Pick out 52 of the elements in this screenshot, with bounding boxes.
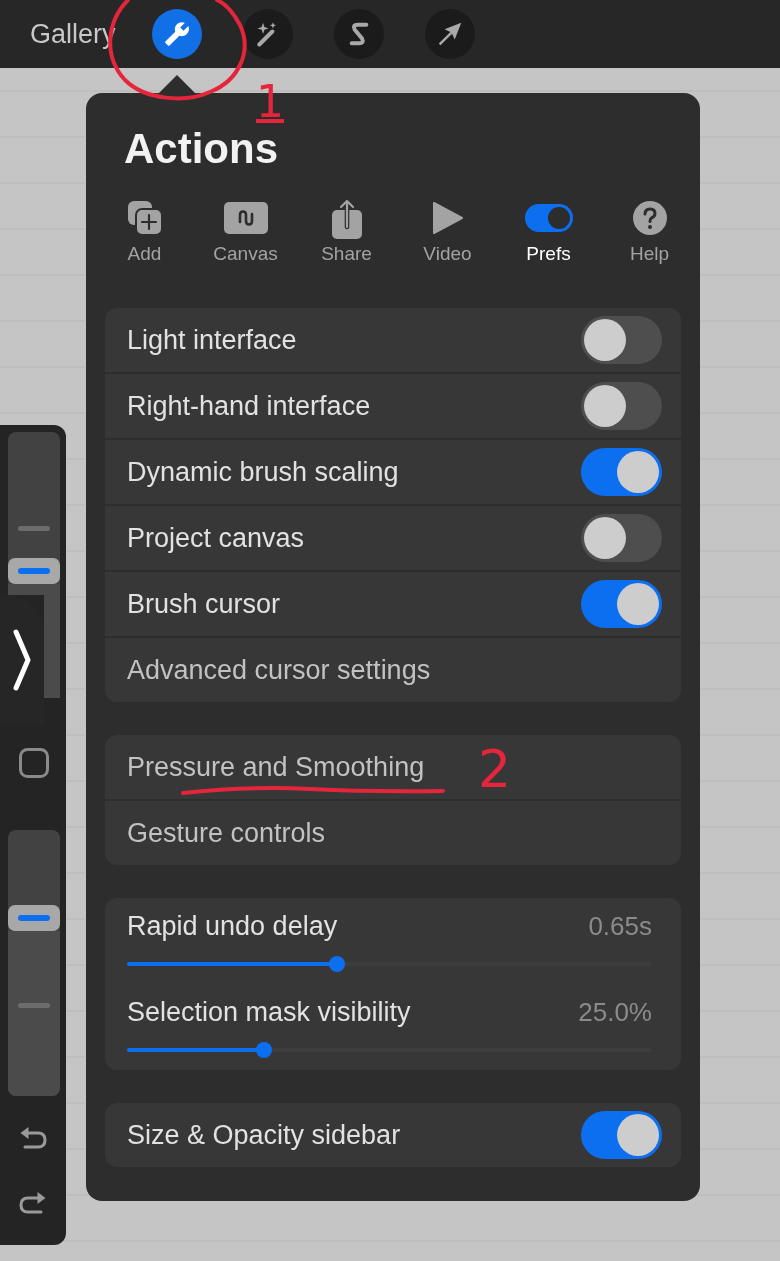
toggle-switch[interactable] [581,316,662,364]
slider-tick-icon [18,1003,50,1008]
slider-track[interactable] [127,956,652,972]
slider-value: 0.65s [588,910,652,942]
toggle-switch[interactable] [581,514,662,562]
panel-title: Actions [124,125,279,173]
wrench-icon [163,21,190,47]
add-icon [126,200,163,236]
magic-wand-button[interactable] [242,9,293,59]
slider-thumb[interactable] [255,1042,272,1058]
vertical-slider[interactable] [8,830,60,1096]
slider-handle[interactable] [8,905,60,932]
slider-track[interactable] [127,1042,652,1058]
arrow-icon [437,22,462,46]
action-tab[interactable]: Help [599,198,700,266]
squiggle-icon [223,202,268,234]
menu-item[interactable]: Gesture controls [105,801,681,865]
square-icon[interactable] [19,748,49,778]
arrow-button[interactable] [424,9,475,59]
setting-label: Dynamic brush scaling [127,456,399,488]
chevron-right-icon [12,629,32,691]
action-tab[interactable]: Canvas [195,198,296,266]
setting-label: Project canvas [127,522,305,554]
toggle-switch[interactable] [581,580,662,628]
slider-handle[interactable] [8,557,60,584]
redo-icon[interactable] [19,1190,47,1216]
s-curve-button[interactable] [333,9,384,59]
setting-label: Size & Opacity sidebar [127,1119,401,1151]
help-icon [632,201,667,235]
toggle-switch[interactable] [581,448,662,496]
undo-icon[interactable] [19,1125,47,1151]
setting-label: Brush cursor [127,588,281,620]
setting-label: Right-hand interface [127,390,371,422]
toggle-icon [524,204,573,232]
slider-value: 25.0% [578,996,652,1028]
setting-label: Light interface [127,324,297,356]
annotation-number: 2 [478,746,512,792]
toggle-switch[interactable] [581,382,662,430]
menu-item[interactable]: Advanced cursor settings [105,638,681,702]
slider-thumb[interactable] [329,956,345,972]
action-tab[interactable]: Prefs [498,198,599,266]
slider-tick-icon [18,526,50,531]
share-icon [331,197,362,239]
toggle-switch[interactable] [581,1111,662,1159]
slider-label: Selection mask visibility [127,996,411,1028]
action-tab[interactable]: Add [94,198,195,266]
slider-label: Rapid undo delay [127,910,338,942]
vertical-slider[interactable] [8,432,60,595]
play-icon [431,201,464,235]
action-tab[interactable]: Share [296,198,397,266]
wrench-button[interactable] [151,9,202,59]
action-tab[interactable]: Video [397,198,498,266]
